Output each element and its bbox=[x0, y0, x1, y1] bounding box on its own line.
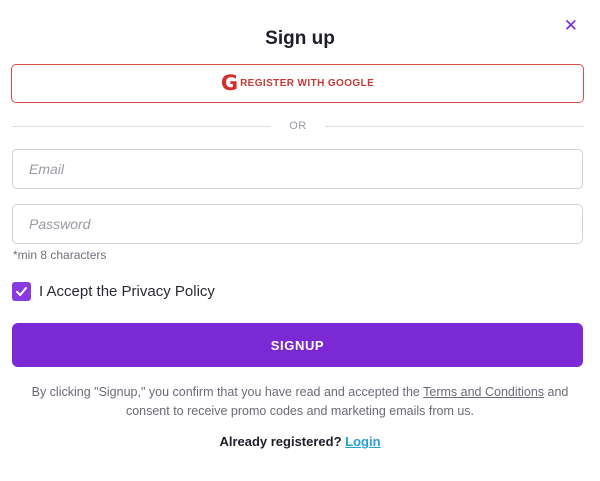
already-registered-text: Already registered? bbox=[219, 434, 342, 449]
divider-line-left bbox=[12, 125, 272, 127]
or-divider: OR bbox=[12, 119, 584, 133]
divider-text: OR bbox=[289, 120, 307, 132]
privacy-policy-checkbox[interactable] bbox=[12, 282, 31, 301]
email-field[interactable] bbox=[12, 149, 583, 189]
google-button-label: REGISTER WITH GOOGLE bbox=[240, 78, 375, 89]
terms-and-conditions-link[interactable]: Terms and Conditions bbox=[423, 385, 544, 399]
google-icon: G bbox=[220, 71, 239, 95]
privacy-policy-row: I Accept the Privacy Policy bbox=[12, 282, 215, 301]
modal-title: Sign up bbox=[265, 28, 335, 49]
legal-text: By clicking "Signup," you confirm that y… bbox=[24, 383, 576, 421]
register-with-google-button[interactable]: G REGISTER WITH GOOGLE bbox=[11, 64, 584, 103]
login-link[interactable]: Login bbox=[345, 434, 380, 449]
signup-modal: ✕ Sign up G REGISTER WITH GOOGLE OR *min… bbox=[0, 0, 600, 481]
divider-line-right bbox=[324, 125, 584, 127]
checkmark-icon bbox=[16, 287, 27, 296]
legal-prefix: By clicking "Signup," you confirm that y… bbox=[31, 385, 424, 399]
signup-button[interactable]: SIGNUP bbox=[12, 323, 583, 367]
password-field[interactable] bbox=[12, 204, 583, 244]
privacy-policy-label: I Accept the Privacy Policy bbox=[39, 283, 215, 300]
password-hint: *min 8 characters bbox=[13, 248, 107, 262]
already-registered-row: Already registered? Login bbox=[0, 434, 600, 449]
